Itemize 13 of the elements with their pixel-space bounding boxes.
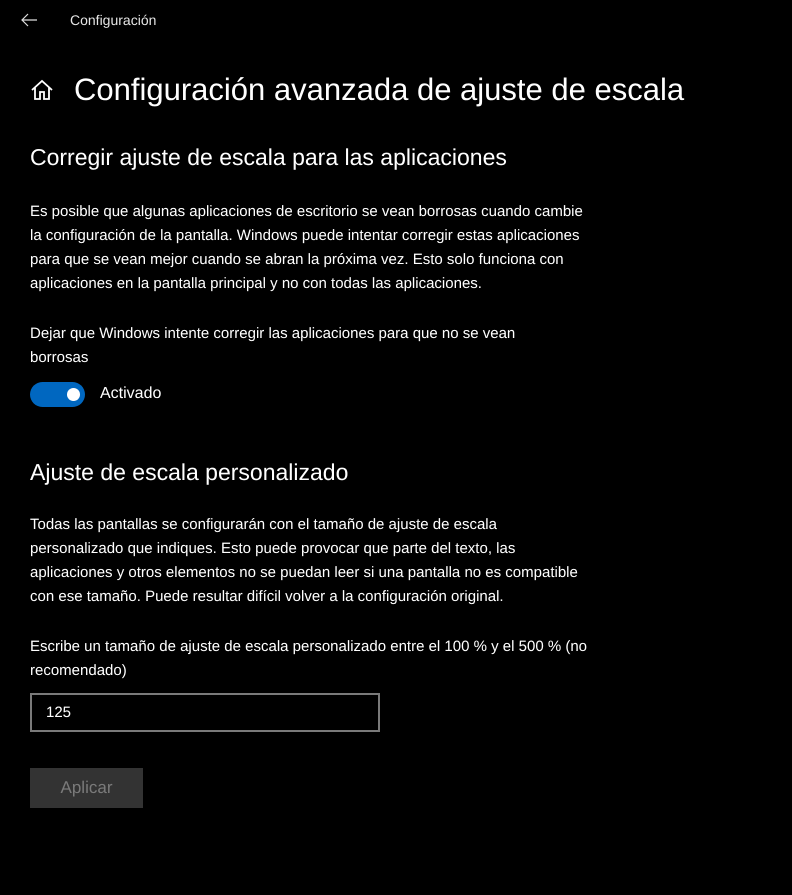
page-title: Configuración avanzada de ajuste de escala — [74, 71, 684, 109]
field-label: Escribe un tamaño de ajuste de escala personalizado entre el 100 % y el 500 % (no recomendado) — [30, 637, 588, 681]
back-icon[interactable] — [20, 13, 38, 27]
window-title: Configuración — [70, 10, 156, 30]
toggle-label: Dejar que Windows intente corregir las aplicaciones para que no se vean borrosas — [30, 324, 516, 368]
toggle-switch[interactable] — [30, 382, 85, 406]
section-heading: Ajuste de escala personalizado — [30, 458, 350, 487]
home-icon[interactable] — [30, 79, 54, 101]
scale-input-field[interactable]: 125 — [30, 693, 380, 732]
section-heading: Corregir ajuste de escala para las aplicaciones — [30, 143, 508, 172]
section-description: Todas las pantallas se configurarán con el tamaño de ajuste de escala personalizado que indiques. Esto puede provocar que parte del texto, las aplicaciones y otros elementos no se puedan leer si una pantalla no es compatible con ese tamaño. Puede resultar difícil volver a la configuración original. — [30, 515, 579, 607]
section-description: Es posible que algunas aplicaciones de escritorio se vean borrosas cuando cambie la configuración de la pantalla. Windows puede intentar corregir estas aplicaciones para que se vean mejor cuando se abran la próxima vez. Esto solo funciona con aplicaciones en la pantalla principal y no con todas las aplicaciones. — [30, 202, 584, 294]
toggle-state: Activado — [100, 384, 162, 404]
